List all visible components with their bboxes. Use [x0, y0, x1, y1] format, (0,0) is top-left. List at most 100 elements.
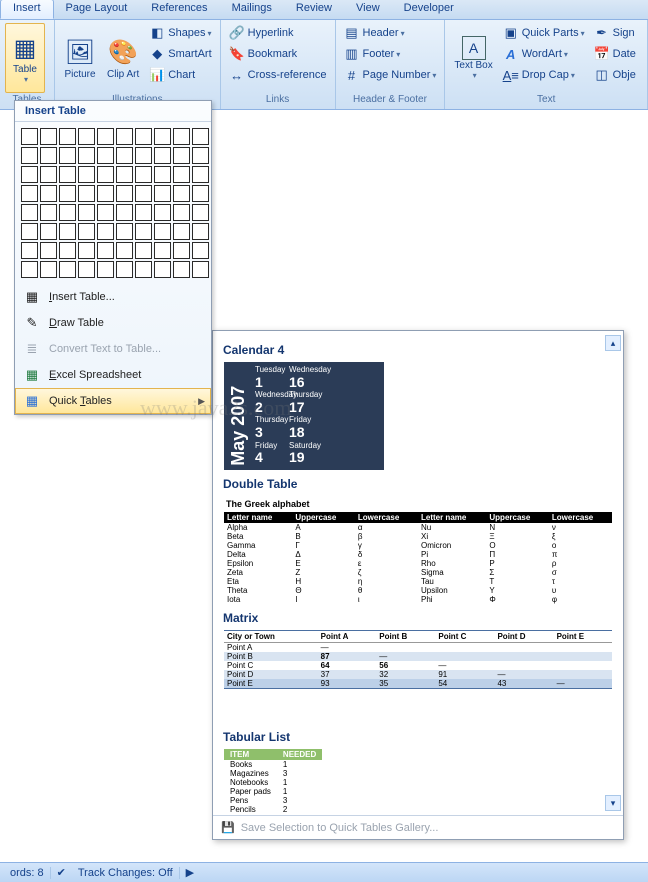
- grid-cell[interactable]: [116, 147, 133, 164]
- signature-button[interactable]: ✒Sign: [591, 23, 639, 43]
- grid-cell[interactable]: [97, 223, 114, 240]
- gallery-item-matrix[interactable]: City or TownPoint APoint BPoint CPoint D…: [223, 629, 613, 690]
- grid-cell[interactable]: [192, 204, 209, 221]
- grid-cell[interactable]: [97, 185, 114, 202]
- grid-cell[interactable]: [59, 204, 76, 221]
- spellcheck-icon[interactable]: ✔: [57, 866, 66, 879]
- grid-cell[interactable]: [97, 128, 114, 145]
- grid-cell[interactable]: [173, 242, 190, 259]
- grid-cell[interactable]: [173, 223, 190, 240]
- menu-draw-table[interactable]: ✎Draw Table: [15, 310, 211, 336]
- grid-cell[interactable]: [154, 147, 171, 164]
- grid-cell[interactable]: [116, 261, 133, 278]
- grid-cell[interactable]: [154, 223, 171, 240]
- grid-cell[interactable]: [97, 166, 114, 183]
- grid-cell[interactable]: [154, 242, 171, 259]
- object-button[interactable]: ◫Obje: [591, 65, 639, 85]
- grid-cell[interactable]: [192, 128, 209, 145]
- grid-cell[interactable]: [21, 204, 38, 221]
- grid-cell[interactable]: [59, 223, 76, 240]
- grid-cell[interactable]: [40, 261, 57, 278]
- tab-page-layout[interactable]: Page Layout: [54, 0, 140, 19]
- header-button[interactable]: ▤Header▾: [341, 23, 440, 43]
- bookmark-button[interactable]: 🔖Bookmark: [226, 44, 330, 64]
- grid-cell[interactable]: [78, 128, 95, 145]
- grid-cell[interactable]: [59, 147, 76, 164]
- quickparts-button[interactable]: ▣Quick Parts▾: [500, 23, 588, 43]
- grid-cell[interactable]: [135, 261, 152, 278]
- grid-cell[interactable]: [154, 128, 171, 145]
- grid-cell[interactable]: [78, 261, 95, 278]
- grid-cell[interactable]: [173, 147, 190, 164]
- grid-cell[interactable]: [116, 185, 133, 202]
- pagenumber-button[interactable]: #Page Number▾: [341, 65, 440, 85]
- grid-cell[interactable]: [59, 185, 76, 202]
- grid-cell[interactable]: [21, 166, 38, 183]
- grid-cell[interactable]: [59, 166, 76, 183]
- tab-references[interactable]: References: [139, 0, 219, 19]
- grid-cell[interactable]: [173, 128, 190, 145]
- grid-cell[interactable]: [78, 223, 95, 240]
- chart-button[interactable]: 📊Chart: [146, 65, 214, 85]
- grid-cell[interactable]: [173, 261, 190, 278]
- grid-cell[interactable]: [59, 128, 76, 145]
- shapes-button[interactable]: ◧Shapes▾: [146, 23, 214, 43]
- dropcap-button[interactable]: A≡Drop Cap▾: [500, 65, 588, 85]
- grid-cell[interactable]: [116, 242, 133, 259]
- grid-cell[interactable]: [97, 242, 114, 259]
- grid-cell[interactable]: [78, 166, 95, 183]
- grid-cell[interactable]: [40, 204, 57, 221]
- grid-cell[interactable]: [135, 223, 152, 240]
- grid-cell[interactable]: [116, 223, 133, 240]
- grid-cell[interactable]: [78, 242, 95, 259]
- grid-cell[interactable]: [97, 204, 114, 221]
- grid-cell[interactable]: [135, 166, 152, 183]
- grid-cell[interactable]: [97, 261, 114, 278]
- status-word-count[interactable]: ords: 8: [4, 867, 51, 879]
- grid-cell[interactable]: [21, 242, 38, 259]
- insert-table-grid[interactable]: [15, 122, 211, 284]
- picture-button[interactable]: 🖼Picture: [60, 23, 100, 93]
- grid-cell[interactable]: [154, 261, 171, 278]
- table-button[interactable]: ▦ Table ▾: [5, 23, 45, 93]
- tab-mailings[interactable]: Mailings: [220, 0, 284, 19]
- grid-cell[interactable]: [135, 242, 152, 259]
- grid-cell[interactable]: [78, 204, 95, 221]
- grid-cell[interactable]: [154, 185, 171, 202]
- grid-cell[interactable]: [78, 185, 95, 202]
- grid-cell[interactable]: [116, 204, 133, 221]
- grid-cell[interactable]: [135, 128, 152, 145]
- textbox-button[interactable]: AText Box▾: [450, 23, 496, 93]
- menu-insert-table[interactable]: ▦Insert Table...: [15, 284, 211, 310]
- grid-cell[interactable]: [154, 166, 171, 183]
- wordart-button[interactable]: AWordArt▾: [500, 44, 588, 64]
- grid-cell[interactable]: [40, 185, 57, 202]
- clipart-button[interactable]: 🎨Clip Art: [103, 23, 143, 93]
- footer-button[interactable]: ▥Footer▾: [341, 44, 440, 64]
- grid-cell[interactable]: [116, 166, 133, 183]
- menu-quick-tables[interactable]: ▦Quick Tables▶: [15, 388, 211, 414]
- grid-cell[interactable]: [40, 242, 57, 259]
- status-track-changes[interactable]: Track Changes: Off: [72, 867, 180, 879]
- tab-review[interactable]: Review: [284, 0, 344, 19]
- grid-cell[interactable]: [192, 242, 209, 259]
- grid-cell[interactable]: [173, 166, 190, 183]
- gallery-item-tabular-list[interactable]: ITEMNEEDEDBooks1Magazines3Notebooks1Pape…: [223, 748, 613, 815]
- datetime-button[interactable]: 📅Date: [591, 44, 639, 64]
- hyperlink-button[interactable]: 🔗Hyperlink: [226, 23, 330, 43]
- grid-cell[interactable]: [59, 242, 76, 259]
- tab-insert[interactable]: Insert: [0, 0, 54, 19]
- smartart-button[interactable]: ◆SmartArt: [146, 44, 214, 64]
- grid-cell[interactable]: [192, 223, 209, 240]
- tab-view[interactable]: View: [344, 0, 392, 19]
- grid-cell[interactable]: [21, 185, 38, 202]
- grid-cell[interactable]: [40, 223, 57, 240]
- tab-developer[interactable]: Developer: [392, 0, 466, 19]
- grid-cell[interactable]: [135, 185, 152, 202]
- grid-cell[interactable]: [135, 147, 152, 164]
- grid-cell[interactable]: [40, 166, 57, 183]
- crossref-button[interactable]: ↔Cross-reference: [226, 65, 330, 85]
- grid-cell[interactable]: [192, 261, 209, 278]
- grid-cell[interactable]: [21, 261, 38, 278]
- grid-cell[interactable]: [40, 147, 57, 164]
